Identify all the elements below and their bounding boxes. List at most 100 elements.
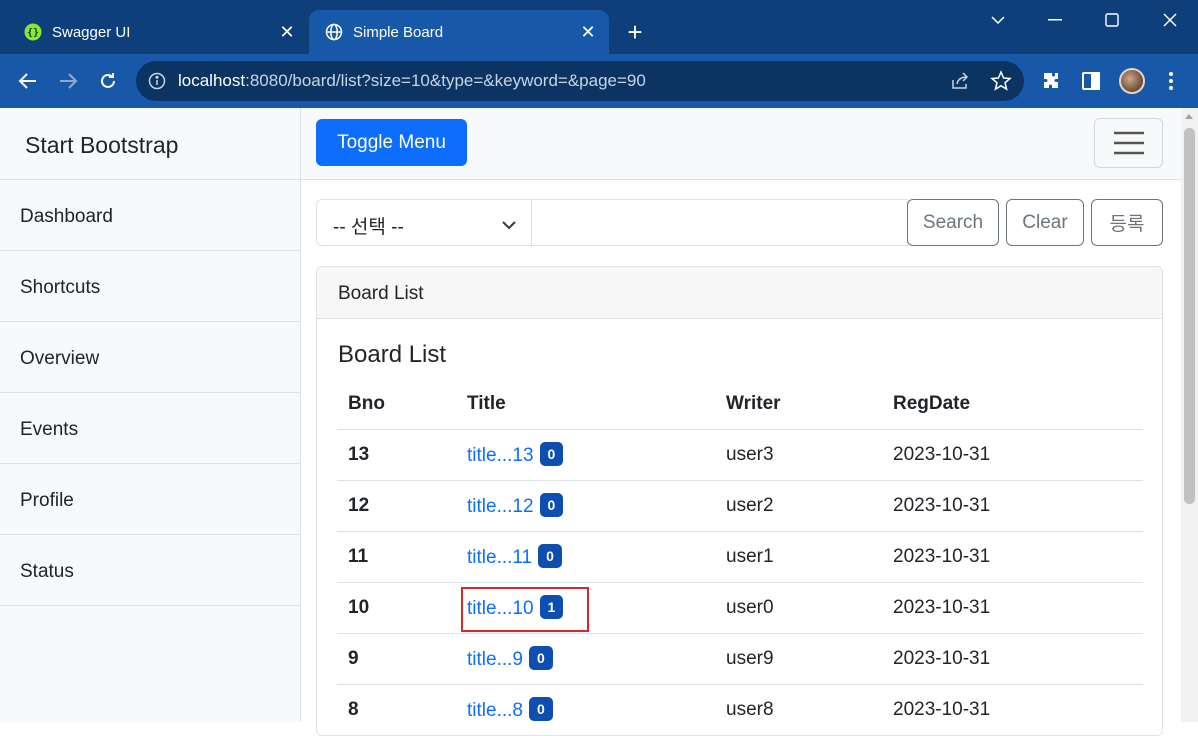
profile-avatar[interactable] xyxy=(1119,68,1145,94)
close-icon[interactable]: ✕ xyxy=(276,21,298,43)
board-table: Bno Title Writer RegDate 13 title...13 0 … xyxy=(337,379,1143,735)
regdate-cell: 2023-10-31 xyxy=(882,684,1143,735)
extensions-puzzle-icon[interactable] xyxy=(1038,68,1064,94)
tab-title: Simple Board xyxy=(353,23,444,41)
forward-arrow-icon[interactable] xyxy=(54,67,82,95)
sidebar-brand[interactable]: Start Bootstrap xyxy=(0,108,300,180)
title-cell: title...11 0 xyxy=(456,531,715,583)
sidebar-item-status[interactable]: Status xyxy=(0,535,300,606)
url-text: localhost:8080/board/list?size=10&type=&… xyxy=(178,71,646,90)
tab-swagger-ui[interactable]: {} Swagger UI ✕ xyxy=(8,10,308,54)
search-button[interactable]: Search xyxy=(907,199,999,246)
post-title-link[interactable]: title...8 xyxy=(467,700,523,721)
new-tab-icon[interactable]: + xyxy=(622,19,648,46)
sidebar-item-dashboard[interactable]: Dashboard xyxy=(0,180,300,251)
table-row: 13 title...13 0 user3 2023-10-31 xyxy=(337,429,1143,481)
writer-cell: user8 xyxy=(715,684,882,735)
writer-cell: user2 xyxy=(715,480,882,532)
writer-cell: user1 xyxy=(715,531,882,583)
bno-cell: 11 xyxy=(337,531,456,583)
minimize-icon[interactable] xyxy=(1040,8,1070,32)
post-title-link[interactable]: title...9 xyxy=(467,649,523,670)
sidebar-item-overview[interactable]: Overview xyxy=(0,322,300,393)
board-card: Board List Board List Bno Title Writer R… xyxy=(316,266,1163,736)
scroll-up-arrow-icon[interactable] xyxy=(1185,114,1193,119)
browser-toolbar: localhost:8080/board/list?size=10&type=&… xyxy=(0,54,1198,108)
side-panel-icon[interactable] xyxy=(1078,68,1104,94)
sidebar-item-shortcuts[interactable]: Shortcuts xyxy=(0,251,300,322)
title-cell: title...13 0 xyxy=(456,429,715,481)
regdate-cell: 2023-10-31 xyxy=(882,531,1143,583)
table-row: 10 title...10 1 user0 2023-10-31 xyxy=(337,582,1143,634)
table-row: 12 title...12 0 user2 2023-10-31 xyxy=(337,480,1143,532)
title-cell: title...9 0 xyxy=(456,633,715,685)
post-title-link[interactable]: title...11 xyxy=(467,547,532,568)
column-header-title: Title xyxy=(456,379,715,430)
writer-cell: user3 xyxy=(715,429,882,481)
regdate-cell: 2023-10-31 xyxy=(882,633,1143,685)
bno-cell: 9 xyxy=(337,633,456,685)
card-header: Board List xyxy=(317,267,1162,319)
address-bar[interactable]: localhost:8080/board/list?size=10&type=&… xyxy=(136,61,1024,101)
regdate-cell: 2023-10-31 xyxy=(882,429,1143,481)
tab-title: Swagger UI xyxy=(52,23,131,41)
page-viewport: Start Bootstrap Dashboard Shortcuts Over… xyxy=(0,108,1198,736)
clear-button[interactable]: Clear xyxy=(1006,199,1084,246)
post-title-link[interactable]: title...12 xyxy=(467,496,534,517)
browser-tabstrip: {} Swagger UI ✕ Simple Board ✕ + xyxy=(0,0,1198,54)
close-window-icon[interactable] xyxy=(1155,8,1185,32)
top-navbar: Toggle Menu xyxy=(301,108,1181,180)
reply-count-badge: 0 xyxy=(539,493,564,517)
regdate-cell: 2023-10-31 xyxy=(882,480,1143,532)
navbar-toggler-button[interactable] xyxy=(1094,118,1163,168)
table-row: 11 title...11 0 user1 2023-10-31 xyxy=(337,531,1143,583)
tab-search-chevron-icon[interactable] xyxy=(983,8,1013,32)
post-title-link[interactable]: title...13 xyxy=(467,445,534,466)
reload-icon[interactable] xyxy=(94,67,122,95)
maximize-icon[interactable] xyxy=(1097,8,1127,32)
swagger-icon: {} xyxy=(24,23,42,41)
search-type-select[interactable]: -- 선택 -- xyxy=(316,199,532,246)
vertical-scrollbar[interactable] xyxy=(1181,108,1198,722)
reply-count-badge: 1 xyxy=(539,595,564,619)
hamburger-icon xyxy=(1113,131,1144,155)
reply-count-badge: 0 xyxy=(528,697,553,721)
tab-simple-board[interactable]: Simple Board ✕ xyxy=(309,10,609,54)
column-header-writer: Writer xyxy=(715,379,882,430)
table-row: 9 title...9 0 user9 2023-10-31 xyxy=(337,633,1143,685)
back-arrow-icon[interactable] xyxy=(14,67,42,95)
svg-text:{}: {} xyxy=(27,28,39,39)
share-icon[interactable] xyxy=(950,71,970,91)
writer-cell: user0 xyxy=(715,582,882,634)
title-cell: title...10 1 xyxy=(456,582,715,634)
reply-count-badge: 0 xyxy=(538,544,562,568)
bno-cell: 8 xyxy=(337,684,456,735)
search-form: -- 선택 -- Search Clear 등록 xyxy=(316,199,1163,246)
column-header-regdate: RegDate xyxy=(882,379,1143,430)
select-value: -- 선택 -- xyxy=(333,217,404,238)
sidebar-item-events[interactable]: Events xyxy=(0,393,300,464)
globe-icon xyxy=(325,23,343,41)
main-content: Toggle Menu -- 선택 -- Search Clear 등록 Boa… xyxy=(301,108,1181,736)
bno-cell: 12 xyxy=(337,480,456,532)
regdate-cell: 2023-10-31 xyxy=(882,582,1143,634)
column-header-bno: Bno xyxy=(337,379,456,430)
more-menu-icon[interactable] xyxy=(1158,68,1184,94)
close-icon[interactable]: ✕ xyxy=(577,21,599,43)
title-cell: title...8 0 xyxy=(456,684,715,735)
register-button[interactable]: 등록 xyxy=(1091,199,1163,246)
table-header-row: Bno Title Writer RegDate xyxy=(337,379,1143,430)
card-title: Board List xyxy=(338,341,447,368)
sidebar-item-profile[interactable]: Profile xyxy=(0,464,300,535)
toggle-menu-button[interactable]: Toggle Menu xyxy=(316,119,467,166)
sidebar: Start Bootstrap Dashboard Shortcuts Over… xyxy=(0,108,301,722)
post-title-link[interactable]: title...10 xyxy=(467,598,534,619)
site-info-icon[interactable] xyxy=(148,72,166,90)
bookmark-star-icon[interactable] xyxy=(990,70,1012,92)
scrollbar-thumb[interactable] xyxy=(1184,128,1195,504)
chevron-down-icon xyxy=(501,216,517,230)
bno-cell: 13 xyxy=(337,429,456,481)
keyword-input[interactable] xyxy=(532,199,908,246)
bno-cell: 10 xyxy=(337,582,456,634)
reply-count-badge: 0 xyxy=(528,646,553,670)
